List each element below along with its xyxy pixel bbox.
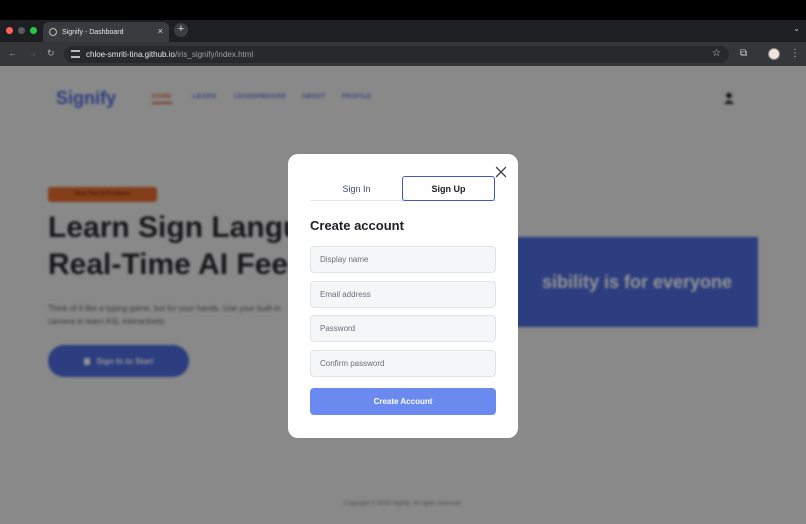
confirm-password-field[interactable] <box>310 350 496 377</box>
bookmark-star-icon[interactable]: ☆ <box>712 48 721 59</box>
url-domain: chloe-smriti-tina.github.io <box>86 50 175 59</box>
create-account-button[interactable]: Create Account <box>310 388 496 415</box>
window-maximize-button[interactable] <box>30 27 37 34</box>
window-close-button[interactable] <box>6 27 13 34</box>
auth-tabs: Sign In Sign Up <box>310 176 496 201</box>
site-settings-icon[interactable] <box>71 50 80 58</box>
profile-avatar[interactable] <box>768 48 780 60</box>
email-field[interactable] <box>310 281 496 308</box>
display-name-field[interactable] <box>310 246 496 273</box>
browser-tab[interactable]: Signify - Dashboard × <box>43 22 169 42</box>
url-input[interactable]: chloe-smriti-tina.github.io/iris_signify… <box>64 46 729 63</box>
menu-kebab-icon[interactable]: ⋮ <box>790 48 800 59</box>
new-tab-button[interactable]: + <box>174 23 188 37</box>
back-icon[interactable]: ← <box>8 48 17 58</box>
tab-title: Signify - Dashboard <box>62 28 124 36</box>
tab-close-icon[interactable]: × <box>158 26 163 36</box>
chevron-down-icon[interactable]: ⌄ <box>793 24 800 33</box>
tab-sign-up[interactable]: Sign Up <box>402 176 495 201</box>
extensions-icon[interactable]: ⧉ <box>740 48 747 59</box>
system-bar <box>0 0 806 20</box>
window-minimize-button[interactable] <box>18 27 25 34</box>
url-path: /iris_signify/index.html <box>174 50 254 59</box>
reload-icon[interactable]: ↻ <box>47 48 55 59</box>
modal-title: Create account <box>310 218 404 233</box>
close-icon[interactable] <box>495 166 507 178</box>
password-field[interactable] <box>310 315 496 342</box>
tab-sign-in[interactable]: Sign In <box>310 176 403 201</box>
globe-icon <box>49 28 57 36</box>
forward-icon[interactable]: → <box>28 48 37 58</box>
